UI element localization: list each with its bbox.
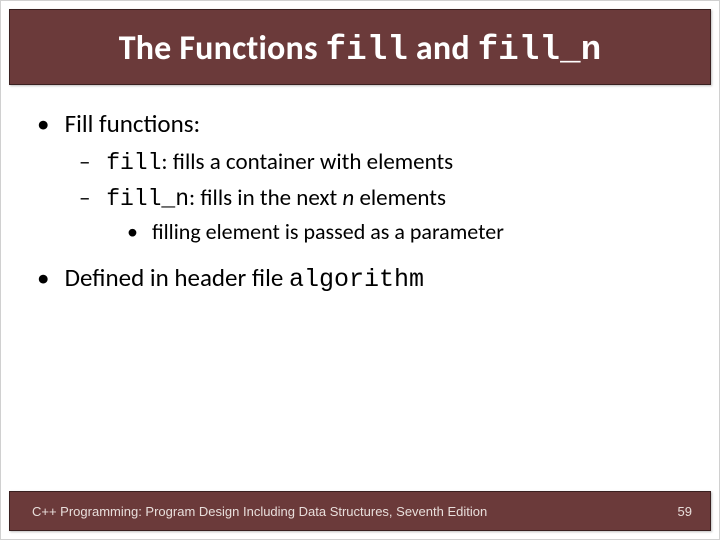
bullet-text: : fills in the next bbox=[189, 184, 342, 212]
list-item: filling element is passed as a parameter bbox=[129, 217, 683, 247]
italic-n: n bbox=[342, 184, 354, 212]
slide-title: The Functions fill and fill_n bbox=[22, 28, 698, 70]
list-item: fill_n: fills in the next n elements fil… bbox=[83, 183, 683, 247]
list-item: Defined in header file algorithm bbox=[37, 261, 683, 297]
title-bar: The Functions fill and fill_n bbox=[9, 9, 711, 85]
list-item: Fill functions: fill: fills a container … bbox=[37, 107, 683, 247]
bullet-text: : fills a container with elements bbox=[161, 148, 453, 176]
bullet-list: Fill functions: fill: fills a container … bbox=[37, 107, 683, 296]
bullet-text: Defined in header file bbox=[65, 262, 289, 293]
title-mid: and bbox=[408, 28, 478, 69]
bullet-text: filling element is passed as a parameter bbox=[152, 218, 504, 245]
title-code-fill: fill bbox=[326, 32, 408, 70]
slide: The Functions fill and fill_n Fill funct… bbox=[0, 0, 720, 540]
code-filln: fill_n bbox=[106, 186, 189, 212]
bullet-text: Fill functions: bbox=[65, 108, 201, 139]
footer-bar: C++ Programming: Program Design Includin… bbox=[9, 491, 711, 531]
page-number: 59 bbox=[678, 504, 692, 519]
sublist: fill: fills a container with elements fi… bbox=[37, 147, 683, 247]
subsublist: filling element is passed as a parameter bbox=[83, 217, 683, 247]
code-algorithm: algorithm bbox=[289, 265, 424, 294]
title-code-filln: fill_n bbox=[478, 32, 602, 70]
list-item: fill: fills a container with elements bbox=[83, 147, 683, 179]
footer-text: C++ Programming: Program Design Includin… bbox=[32, 504, 487, 519]
slide-body: Fill functions: fill: fills a container … bbox=[1, 85, 719, 296]
title-prefix: The Functions bbox=[119, 28, 326, 69]
bullet-text: elements bbox=[354, 184, 446, 212]
code-fill: fill bbox=[106, 150, 161, 176]
